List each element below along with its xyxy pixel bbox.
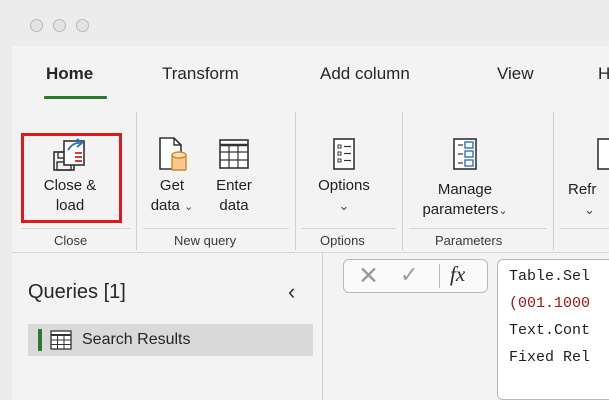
confirm-formula-check-icon[interactable]: ✓ (400, 263, 418, 288)
pane-splitter[interactable] (322, 253, 323, 400)
tab-add-column[interactable]: Add column (320, 64, 410, 84)
tab-view[interactable]: View (497, 64, 534, 84)
fx-divider (439, 264, 440, 288)
zoom-window-button[interactable] (76, 19, 89, 32)
manage-parameters-label-2: parameters (422, 201, 499, 218)
options-icon (333, 138, 355, 170)
options-label: Options (318, 177, 370, 194)
formula-line-1: Table.Sel (509, 268, 591, 285)
group-label-new-query: New query (174, 233, 237, 248)
cancel-formula-x-icon[interactable]: ✕ (358, 261, 379, 290)
refresh-button[interactable]: Refr ⌄ (568, 136, 609, 220)
manage-parameters-label-1: Manage (437, 181, 493, 198)
queries-pane-title: Queries [1] (28, 281, 126, 303)
group-label-parameters: Parameters (435, 233, 503, 248)
get-data-button[interactable]: Get data ⌄ (143, 136, 201, 217)
get-data-label-2: data (150, 197, 180, 214)
ribbon-toolbar: Close & load Get data ⌄ Enter data Optio… (12, 104, 609, 253)
title-bar (12, 0, 609, 46)
get-data-icon (159, 137, 187, 171)
main-content: Queries [1] ‹ Search Results ✕ ✓ fx Tabl… (12, 253, 609, 400)
group-label-close: Close (54, 233, 88, 248)
tab-home[interactable]: Home (46, 64, 93, 84)
group-line (143, 228, 289, 229)
formula-line-4: Fixed Rel (509, 349, 591, 366)
formula-line-3: Text.Cont (509, 322, 591, 339)
manage-parameters-button[interactable]: Manage parameters⌄ (410, 136, 520, 221)
enter-data-label-2: data (219, 197, 249, 214)
chevron-down-icon: ⌄ (498, 205, 508, 217)
group-separator (553, 112, 554, 250)
active-tab-indicator (44, 96, 107, 99)
tab-transform[interactable]: Transform (162, 64, 239, 84)
chevron-down-icon: ⌄ (184, 201, 194, 213)
refresh-icon (597, 138, 609, 170)
group-line (302, 228, 396, 229)
collapse-pane-chevron-icon[interactable]: ‹ (288, 279, 295, 305)
chevron-down-icon: ⌄ (584, 202, 595, 217)
group-separator (295, 112, 296, 250)
fx-function-icon[interactable]: fx (450, 262, 465, 287)
formula-editor[interactable]: Table.Sel (001.1000 Text.Cont Fixed Rel (497, 259, 609, 400)
group-label-options: Options (320, 233, 365, 248)
group-separator (136, 112, 137, 250)
selected-query-indicator (38, 329, 42, 351)
formula-line-2: (001.1000 (509, 295, 591, 312)
refresh-label: Refr (568, 181, 597, 198)
table-icon (50, 330, 72, 350)
group-line (560, 228, 609, 229)
query-list-item[interactable]: Search Results (28, 324, 313, 356)
formula-bar-controls: ✕ ✓ fx (343, 259, 488, 293)
get-data-label-1: Get (159, 177, 185, 194)
group-line (22, 228, 130, 229)
query-item-label: Search Results (82, 331, 191, 348)
minimize-window-button[interactable] (53, 19, 66, 32)
enter-data-button[interactable]: Enter data (206, 136, 262, 216)
close-window-button[interactable] (30, 19, 43, 32)
enter-data-label-1: Enter (216, 177, 252, 194)
manage-parameters-icon (453, 138, 477, 170)
group-separator (402, 112, 403, 250)
close-and-load-highlight-box (21, 133, 122, 223)
tab-help[interactable]: H (598, 64, 609, 84)
options-button[interactable]: Options ⌄ (301, 136, 387, 216)
chevron-down-icon: ⌄ (338, 198, 350, 213)
enter-data-table-icon (219, 139, 249, 169)
group-line (409, 228, 547, 229)
power-query-window: Home Transform Add column View H Close &… (12, 0, 609, 400)
